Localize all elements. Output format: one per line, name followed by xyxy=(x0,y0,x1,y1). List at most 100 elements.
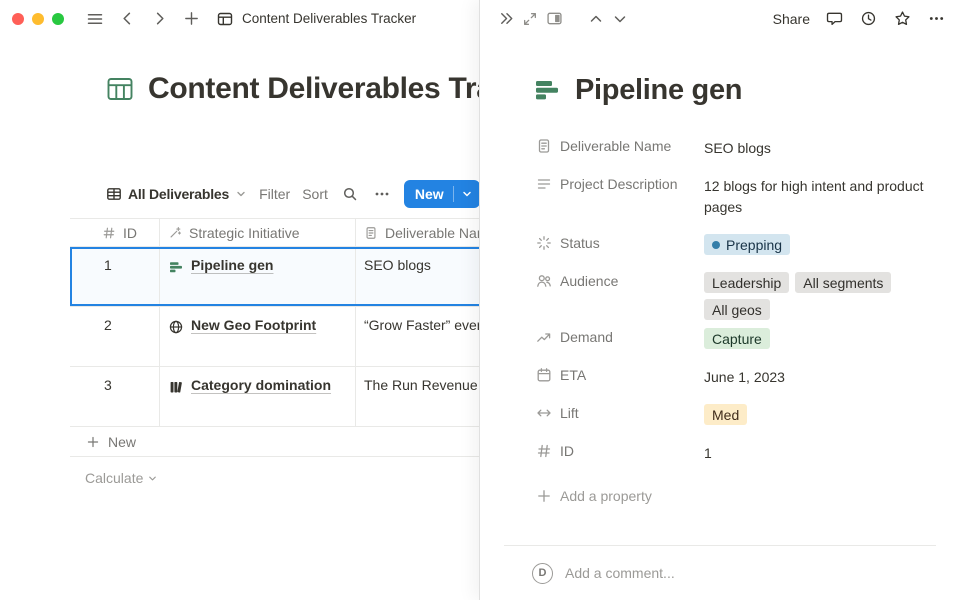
books-icon xyxy=(168,377,184,395)
tag-pill[interactable]: Leadership xyxy=(704,272,789,293)
property-list: Deliverable Name SEO blogs Project Descr… xyxy=(532,129,934,472)
column-header-id[interactable]: ID xyxy=(70,219,160,246)
peek-page-title[interactable]: Pipeline gen xyxy=(532,71,934,109)
globe-icon xyxy=(168,317,184,335)
zoom-window-button[interactable] xyxy=(52,13,64,25)
new-record-button[interactable]: New xyxy=(404,180,480,208)
people-icon xyxy=(536,273,552,289)
cell-id[interactable]: 1 xyxy=(70,247,160,306)
search-button[interactable] xyxy=(340,186,360,202)
sort-button[interactable]: Sort xyxy=(302,186,328,202)
property-value-project-description[interactable]: 12 blogs for high intent and product pag… xyxy=(704,167,934,226)
add-property-button[interactable]: Add a property xyxy=(532,472,934,510)
peek-title-text: Pipeline gen xyxy=(575,71,742,109)
property-label: ETA xyxy=(560,367,586,383)
new-record-dropdown-button[interactable] xyxy=(454,189,480,199)
wand-icon xyxy=(168,226,182,240)
new-record-label: New xyxy=(404,186,453,202)
arrows-horizontal-icon xyxy=(536,405,552,421)
page-link[interactable]: Category domination xyxy=(191,377,331,393)
chevron-up-icon xyxy=(588,11,604,27)
page-link[interactable]: Pipeline gen xyxy=(191,257,273,273)
close-peek-button[interactable] xyxy=(494,6,518,32)
property-row-audience: Audience Leadership All segments All geo… xyxy=(532,264,934,320)
property-label-deliverable-name[interactable]: Deliverable Name xyxy=(532,129,704,154)
comment-icon xyxy=(826,10,843,27)
chevron-down-icon xyxy=(147,473,158,484)
hash-icon xyxy=(536,443,552,459)
tag-pill[interactable]: All geos xyxy=(704,299,770,320)
property-label-demand[interactable]: Demand xyxy=(532,320,704,345)
share-button[interactable]: Share xyxy=(771,11,812,27)
trend-icon xyxy=(536,329,552,345)
status-pill[interactable]: Prepping xyxy=(704,234,790,255)
chevron-down-icon xyxy=(612,11,628,27)
property-label: Status xyxy=(560,235,600,251)
more-icon xyxy=(928,10,945,27)
cell-initiative[interactable]: New Geo Footprint xyxy=(160,307,356,366)
cell-initiative[interactable]: Pipeline gen xyxy=(160,247,356,306)
table-view-icon xyxy=(106,186,122,202)
breadcrumb-title: Content Deliverables Tracker xyxy=(242,11,416,26)
nav-forward-button[interactable] xyxy=(146,6,172,32)
minimize-window-button[interactable] xyxy=(32,13,44,25)
doc-icon xyxy=(536,138,552,154)
cell-id[interactable]: 3 xyxy=(70,367,160,426)
favorite-button[interactable] xyxy=(890,6,914,32)
close-window-button[interactable] xyxy=(12,13,24,25)
property-label-eta[interactable]: ETA xyxy=(532,358,704,383)
chevron-down-icon xyxy=(235,188,247,200)
property-label: Project Description xyxy=(560,176,678,192)
property-value-lift[interactable]: Med xyxy=(704,396,934,425)
side-peek-icon xyxy=(546,10,563,27)
select-pill[interactable]: Med xyxy=(704,404,747,425)
comments-button[interactable] xyxy=(822,6,846,32)
updates-button[interactable] xyxy=(856,6,880,32)
previous-record-button[interactable] xyxy=(584,6,608,32)
pipeline-bars-icon-large xyxy=(532,75,562,105)
comment-section: D Add a comment... xyxy=(504,545,936,600)
select-pill[interactable]: Capture xyxy=(704,328,770,349)
property-label-status[interactable]: Status xyxy=(532,226,704,251)
property-label-lift[interactable]: Lift xyxy=(532,396,704,421)
property-value-id[interactable]: 1 xyxy=(704,434,934,464)
expand-icon xyxy=(522,11,538,27)
property-row-lift: Lift Med xyxy=(532,396,934,434)
tag-pill[interactable]: All segments xyxy=(795,272,891,293)
property-value-eta[interactable]: June 1, 2023 xyxy=(704,358,934,388)
property-row-status: Status Prepping xyxy=(532,226,934,264)
property-value-demand[interactable]: Capture xyxy=(704,320,934,349)
calendar-icon xyxy=(536,367,552,383)
property-row-eta: ETA June 1, 2023 xyxy=(532,358,934,396)
column-header-initiative[interactable]: Strategic Initiative xyxy=(160,219,356,246)
filter-button[interactable]: Filter xyxy=(259,186,290,202)
side-peek-mode-button[interactable] xyxy=(542,6,566,32)
doc-icon xyxy=(364,226,378,240)
plus-icon xyxy=(183,10,200,27)
side-peek-panel: Share Pipeline gen xyxy=(479,0,960,600)
hash-icon xyxy=(102,226,116,240)
cell-id[interactable]: 2 xyxy=(70,307,160,366)
property-value-audience[interactable]: Leadership All segments All geos xyxy=(704,264,934,320)
view-options-button[interactable] xyxy=(372,186,392,202)
property-label-audience[interactable]: Audience xyxy=(532,264,704,289)
nav-back-button[interactable] xyxy=(114,6,140,32)
page-table-icon-large xyxy=(105,74,135,104)
peek-body: Pipeline gen Deliverable Name SEO blogs … xyxy=(480,71,960,510)
next-record-button[interactable] xyxy=(608,6,632,32)
property-value-status[interactable]: Prepping xyxy=(704,226,934,255)
property-row-id: ID 1 xyxy=(532,434,934,472)
page-link[interactable]: New Geo Footprint xyxy=(191,317,316,333)
view-switcher[interactable]: All Deliverables xyxy=(106,186,247,202)
comment-input[interactable]: Add a comment... xyxy=(565,565,675,581)
page-options-button[interactable] xyxy=(924,6,948,32)
breadcrumb[interactable]: Content Deliverables Tracker xyxy=(216,10,416,28)
sidebar-toggle-button[interactable] xyxy=(82,6,108,32)
avatar: D xyxy=(532,563,553,584)
property-label-project-description[interactable]: Project Description xyxy=(532,167,704,192)
cell-initiative[interactable]: Category domination xyxy=(160,367,356,426)
new-page-button[interactable] xyxy=(178,6,204,32)
property-label-id[interactable]: ID xyxy=(532,434,704,459)
property-value-deliverable-name[interactable]: SEO blogs xyxy=(704,129,934,159)
expand-page-button[interactable] xyxy=(518,6,542,32)
